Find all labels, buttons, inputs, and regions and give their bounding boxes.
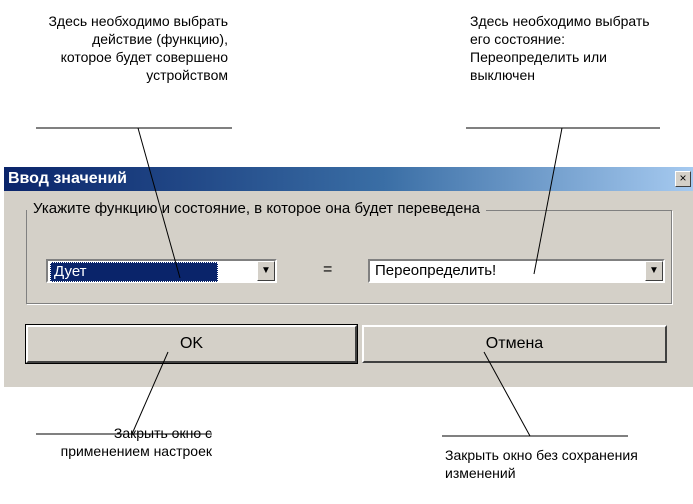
cancel-button[interactable]: Отмена: [362, 325, 667, 363]
group-box: Укажите функцию и состояние, в которое о…: [26, 200, 672, 304]
close-button[interactable]: ×: [675, 171, 691, 187]
chevron-down-icon[interactable]: ▼: [257, 261, 275, 281]
chevron-down-icon[interactable]: ▼: [645, 261, 663, 281]
ok-button[interactable]: OK: [25, 324, 358, 364]
state-select[interactable]: Переопределить! ▼: [368, 259, 665, 283]
title-bar[interactable]: Ввод значений ×: [4, 167, 693, 191]
annotation-function: Здесь необходимо выбрать действие (функц…: [48, 13, 228, 83]
close-icon: ×: [679, 171, 687, 185]
group-label: Укажите функцию и состояние, в которое о…: [27, 200, 487, 217]
dialog-title: Ввод значений: [8, 170, 127, 187]
equals-sign: =: [323, 261, 333, 278]
annotation-cancel: Закрыть окно без сохранения изменений: [445, 447, 638, 481]
annotation-ok: Закрыть окно с применением настроек: [60, 425, 212, 459]
function-value: Дует: [50, 262, 218, 282]
function-select[interactable]: Дует ▼: [46, 259, 277, 283]
state-value: Переопределить!: [375, 262, 497, 279]
annotation-state: Здесь необходимо выбрать его состояние: …: [470, 13, 650, 83]
